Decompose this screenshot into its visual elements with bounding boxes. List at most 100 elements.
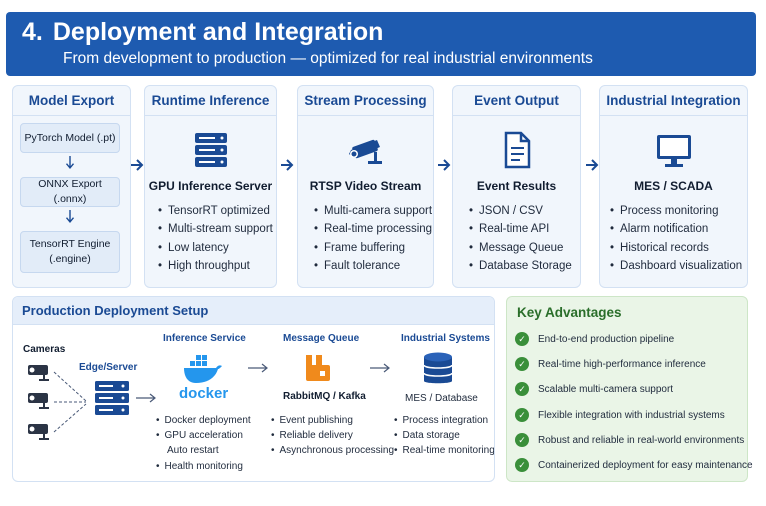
camera-icon [348, 139, 382, 164]
check-icon: ✓ [515, 357, 529, 371]
list-item: Database Storage [469, 257, 572, 275]
security-camera-icon [28, 365, 49, 381]
card-name: MES / SCADA [634, 179, 713, 193]
database-icon [423, 352, 453, 384]
queue-feature-list: Event publishing Reliable delivery Async… [271, 413, 395, 459]
check-icon: ✓ [515, 408, 529, 422]
message-queue-label: Message Queue [283, 333, 360, 344]
advantage-text: Flexible integration with industrial sys… [538, 409, 725, 421]
onnx-export-box: ONNX Export (.onnx) [20, 177, 120, 207]
check-icon: ✓ [515, 458, 529, 472]
list-item: JSON / CSV [469, 202, 572, 220]
list-item: Docker deployment [156, 413, 251, 428]
card-name: GPU Inference Server [148, 179, 273, 193]
advantages-title: Key Advantages [517, 305, 622, 320]
security-camera-icon [28, 393, 49, 409]
industrial-systems-label: Industrial Systems [401, 333, 490, 344]
page-subtitle: From development to production — optimiz… [63, 50, 593, 67]
check-icon: ✓ [515, 332, 529, 346]
advantage-text: Real-time high-performance inference [538, 358, 706, 370]
inference-service-label: Inference Service [163, 333, 246, 344]
advantage-text: Robust and reliable in real-world enviro… [538, 434, 745, 446]
card-model-export: Model Export PyTorch Model (.pt) ONNX Ex… [12, 85, 131, 288]
list-item: Process monitoring [610, 202, 742, 220]
card-name: RTSP Video Stream [309, 179, 422, 193]
check-icon: ✓ [515, 433, 529, 447]
list-item: Data storage [394, 428, 494, 443]
arrow-down-icon [65, 156, 75, 169]
list-item: Alarm notification [610, 220, 742, 238]
tensorrt-engine-box: TensorRT Engine (.engine) [20, 231, 120, 273]
card-title: Stream Processing [298, 86, 433, 116]
security-camera-icon [28, 424, 49, 440]
list-item: Historical records [610, 239, 742, 257]
feature-list: JSON / CSV Real-time API Message Queue D… [469, 202, 572, 275]
arrow-right-icon [438, 159, 451, 171]
card-title: Industrial Integration [600, 86, 747, 116]
advantage-item: ✓ Flexible integration with industrial sy… [515, 407, 725, 423]
list-item: High throughput [158, 257, 273, 275]
arrow-right-icon [370, 363, 390, 373]
list-item: Event publishing [271, 413, 394, 428]
advantage-item: ✓ Scalable multi-camera support [515, 381, 673, 397]
industrial-feature-list: Process integration Data storage Real-ti… [394, 413, 494, 459]
advantage-item: ✓ Containerized deployment for easy maint… [515, 457, 753, 473]
list-item: Dashboard visualization [610, 257, 742, 275]
list-item: Health monitoring [156, 459, 251, 474]
list-item: Low latency [158, 239, 273, 257]
card-title: Model Export [13, 86, 130, 116]
rabbitmq-icon [306, 355, 330, 381]
list-item: Frame buffering [314, 239, 432, 257]
docker-logo-text: docker [179, 385, 229, 402]
card-title: Event Output [453, 86, 580, 116]
server-icon [194, 133, 227, 167]
document-icon [504, 131, 530, 169]
server-icon [95, 381, 129, 415]
list-item: Multi-camera support [314, 202, 432, 220]
industrial-name: MES / Database [405, 393, 478, 404]
list-item: Message Queue [469, 239, 572, 257]
card-industrial-integration: Industrial Integration MES / SCADA Proce… [599, 85, 748, 288]
cameras-label: Cameras [23, 344, 66, 355]
feature-list: TensorRT optimized Multi-stream support … [158, 202, 273, 275]
edge-server-label: Edge/Server [79, 362, 138, 373]
list-item: Asynchronous processing [271, 443, 395, 458]
inference-feature-list: Docker deployment GPU acceleration Auto … [156, 413, 251, 474]
advantages-panel: Key Advantages ✓ End-to-end production pi… [506, 296, 753, 482]
deployment-panel: Production Deployment Setup Cameras Edge… [12, 296, 495, 482]
section-header: 4. Deployment and Integration From develo… [6, 12, 756, 76]
advantage-item: ✓ Real-time high-performance inference [515, 356, 706, 372]
arrow-right-icon [281, 159, 294, 171]
page-title: 4. Deployment and Integration [22, 18, 383, 47]
list-item: TensorRT optimized [158, 202, 273, 220]
list-item: Auto restart [167, 445, 219, 457]
arrow-right-icon [586, 159, 599, 171]
feature-list: Process monitoring Alarm notification Hi… [610, 202, 742, 275]
dashed-connector-icon [53, 371, 87, 433]
list-item: Fault tolerance [314, 257, 432, 275]
arrow-right-icon [136, 393, 156, 403]
advantage-item: ✓ Robust and reliable in real-world envir… [515, 432, 744, 448]
card-stream-processing: Stream Processing RTSP Video Stream Mult… [297, 85, 434, 288]
list-item: Multi-stream support [158, 220, 273, 238]
advantage-item: ✓ End-to-end production pipeline [515, 331, 674, 347]
docker-whale-icon [184, 355, 222, 383]
advantage-text: Containerized deployment for easy mainte… [538, 459, 753, 471]
arrow-right-icon [248, 363, 268, 373]
card-event-output: Event Output Event Results JSON / CSV Re… [452, 85, 581, 288]
list-item: Reliable delivery [271, 428, 394, 443]
card-name: Event Results [476, 179, 557, 193]
list-item: GPU acceleration [156, 428, 251, 443]
card-title: Runtime Inference [145, 86, 276, 116]
section-title: Deployment and Integration [52, 18, 384, 46]
deployment-title: Production Deployment Setup [13, 297, 494, 325]
advantage-text: Scalable multi-camera support [538, 383, 674, 395]
section-number: 4. [22, 18, 43, 46]
advantage-text: End-to-end production pipeline [538, 333, 675, 345]
arrow-down-icon [65, 210, 75, 223]
check-icon: ✓ [515, 382, 529, 396]
list-item: Real-time API [469, 220, 572, 238]
feature-list: Multi-camera support Real-time processin… [314, 202, 432, 275]
list-item: Real-time monitoring [394, 443, 494, 458]
monitor-icon [656, 135, 691, 167]
